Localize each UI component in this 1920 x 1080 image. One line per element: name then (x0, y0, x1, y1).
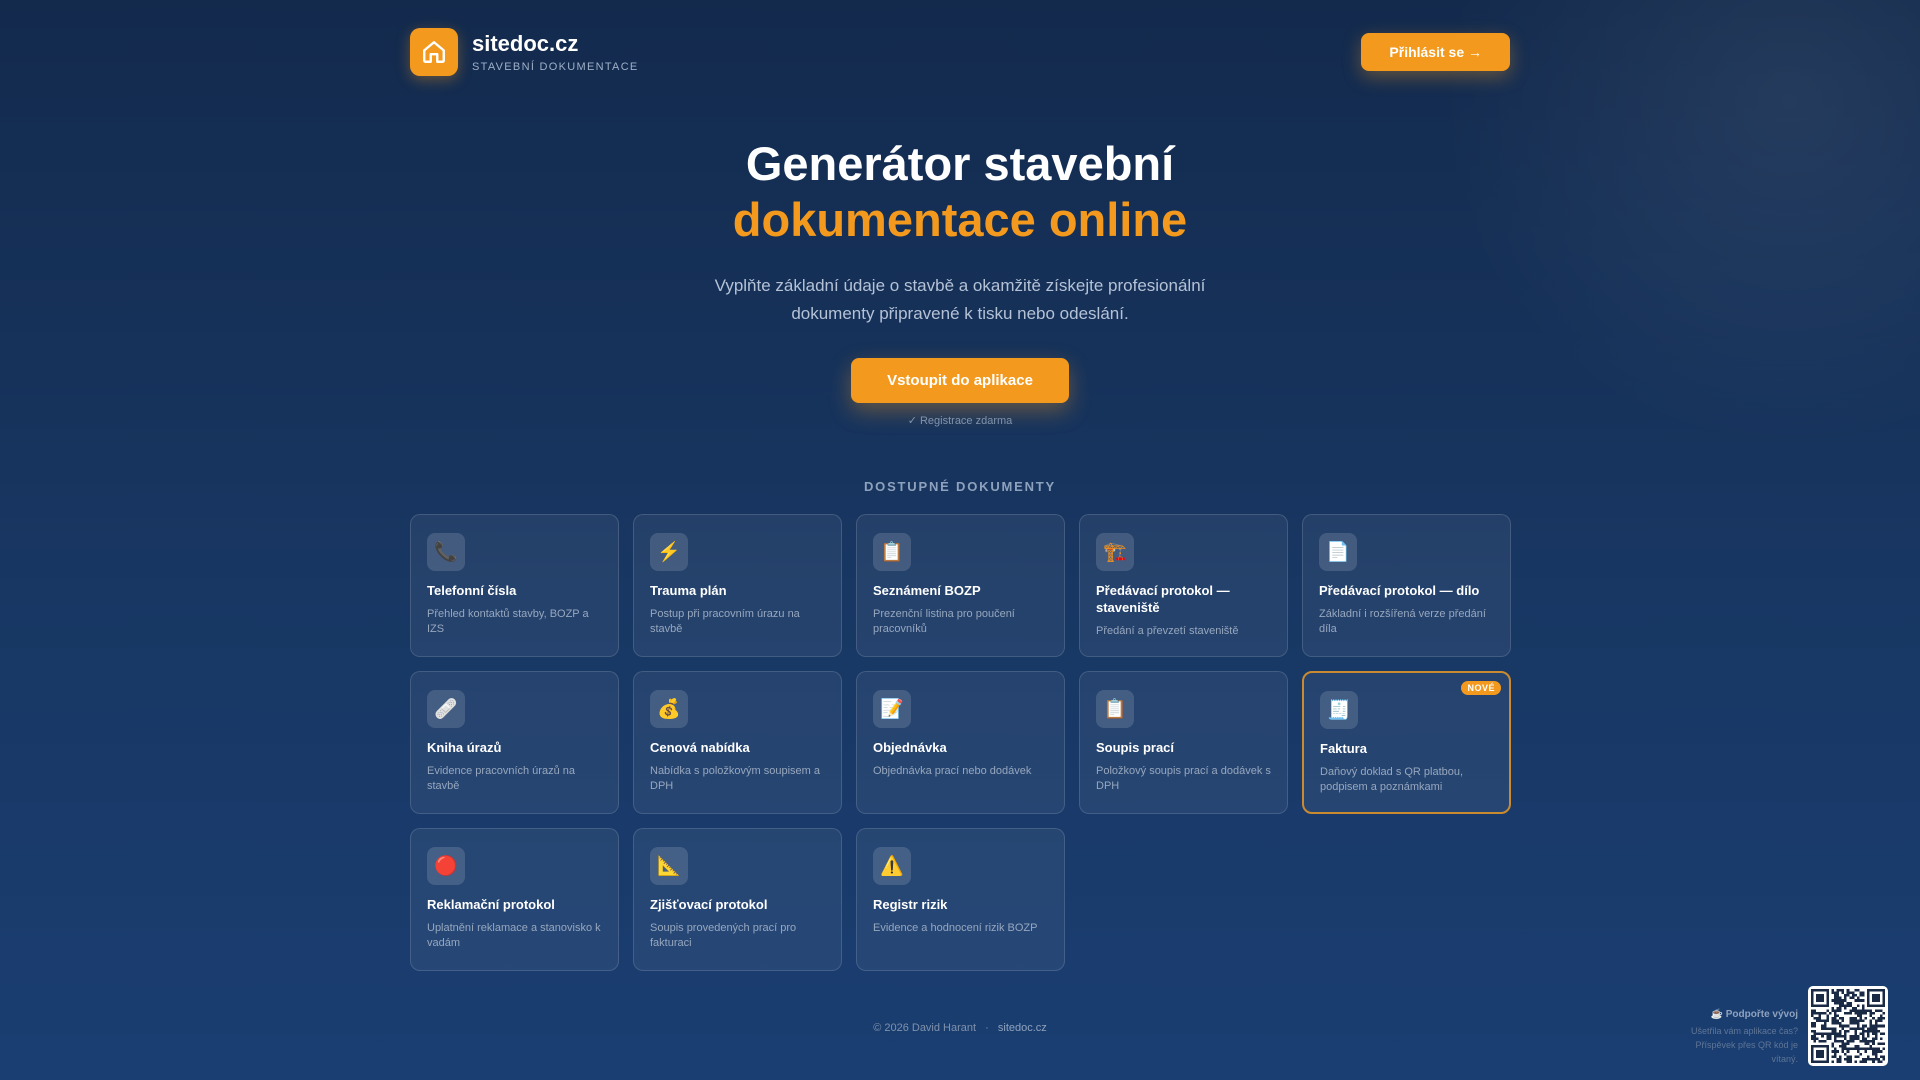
triangle-ruler-icon: 📐 (650, 847, 688, 885)
brand-subtitle: STAVEBNÍ DOKUMENTACE (472, 61, 639, 73)
footer-separator: · (985, 1022, 989, 1034)
login-button[interactable]: Přihlásit se → (1361, 33, 1510, 71)
money-bag-icon: 💰 (650, 690, 688, 728)
card-title: Zjišťovací protokol (650, 897, 768, 912)
card-description: Postup při pracovním úrazu na stavbě (650, 608, 800, 635)
card-title: Soupis prací (1096, 740, 1175, 755)
brand-name: sitedoc.cz (472, 31, 579, 56)
document-icon: 📄 (1319, 533, 1357, 571)
card-description: Daňový doklad s QR platbou, podpisem a p… (1320, 766, 1464, 793)
card-description: Prezenční listina pro poučení pracovníků (873, 608, 1015, 635)
card-title: Faktura (1320, 741, 1367, 756)
card-title: Trauma plán (650, 583, 727, 598)
document-card-soupis-praci[interactable]: 📋 Soupis prací Položkový soupis prací a … (1079, 671, 1288, 814)
site-header: sitedoc.cz STAVEBNÍ DOKUMENTACE Přihlási… (410, 28, 1510, 76)
phone-icon: 📞 (427, 533, 465, 571)
hero-title-line2: dokumentace online (732, 193, 1188, 246)
warning-icon: ⚠️ (873, 847, 911, 885)
memo-icon: 📝 (873, 690, 911, 728)
card-description: Položkový soupis prací a dodávek s DPH (1096, 765, 1271, 792)
card-title: Reklamační protokol (427, 897, 555, 912)
card-description: Evidence a hodnocení rizik BOZP (873, 922, 1038, 934)
receipt-icon: 🧾 (1320, 691, 1358, 729)
footer-site-link[interactable]: sitedoc.cz (998, 1022, 1047, 1034)
document-card-telefonni-cisla[interactable]: 📞 Telefonní čísla Přehled kontaktů stavb… (410, 514, 619, 657)
home-icon[interactable] (410, 28, 458, 76)
clipboard-icon: 📋 (873, 533, 911, 571)
card-description: Uplatnění reklamace a stanovisko k vadám (427, 922, 601, 949)
card-title: Předávací protokol — dílo (1319, 583, 1480, 598)
copyright: © 2026 David Harant (873, 1022, 977, 1034)
new-badge: NOVÉ (1461, 681, 1501, 695)
card-title: Kniha úrazů (427, 740, 502, 755)
card-title: Seznámení BOZP (873, 583, 981, 598)
hero: Generátor stavební dokumentace online Vy… (0, 136, 1920, 427)
lightning-icon: ⚡ (650, 533, 688, 571)
documents-grid: 📞 Telefonní čísla Přehled kontaktů stavb… (410, 514, 1511, 971)
document-card-registr-rizik[interactable]: ⚠️ Registr rizik Evidence a hodnocení ri… (856, 828, 1065, 971)
hero-title-line1: Generátor stavební (745, 137, 1175, 190)
document-card-kniha-urazu[interactable]: 🩹 Kniha úrazů Evidence pracovních úrazů … (410, 671, 619, 814)
document-card-trauma-plan[interactable]: ⚡ Trauma plán Postup při pracovním úrazu… (633, 514, 842, 657)
card-title: Registr rizik (873, 897, 948, 912)
brand[interactable]: sitedoc.cz STAVEBNÍ DOKUMENTACE (410, 28, 639, 76)
document-card-seznameni-bozp[interactable]: 📋 Seznámení BOZP Prezenční listina pro p… (856, 514, 1065, 657)
card-description: Soupis provedených prací pro fakturaci (650, 922, 797, 949)
document-card-zjistovaci-protokol[interactable]: 📐 Zjišťovací protokol Soupis provedených… (633, 828, 842, 971)
card-title: Objednávka (873, 740, 947, 755)
footer: © 2026 David Harant · sitedoc.cz (0, 1022, 1920, 1034)
card-title: Cenová nabídka (650, 740, 750, 755)
card-description: Předání a převzetí staveniště (1096, 625, 1239, 637)
support-box: ☕ Podpořte vývoj Ušetřila vám aplikace č… (1668, 1009, 1798, 1066)
document-card-cenova-nabidka[interactable]: 💰 Cenová nabídka Nabídka s položkovým so… (633, 671, 842, 814)
card-description: Přehled kontaktů stavby, BOZP a IZS (427, 608, 589, 635)
card-title: Telefonní čísla (427, 583, 517, 598)
card-description: Základní i rozšířená verze předání díla (1319, 608, 1486, 635)
qr-code-icon[interactable] (1808, 986, 1888, 1066)
document-card-predavaci-protokol-dilo[interactable]: 📄 Předávací protokol — dílo Základní i r… (1302, 514, 1511, 657)
card-description: Nabídka s položkovým soupisem a DPH (650, 765, 820, 792)
card-description: Evidence pracovních úrazů na stavbě (427, 765, 575, 792)
support-text: Ušetřila vám aplikace čas? Příspěvek pře… (1690, 1026, 1798, 1064)
clipboard-icon: 📋 (1096, 690, 1134, 728)
document-card-predavaci-protokol-staveniste[interactable]: 🏗️ Předávací protokol — staveniště Předá… (1079, 514, 1288, 657)
document-card-reklamacni-protokol[interactable]: 🔴 Reklamační protokol Uplatnění reklamac… (410, 828, 619, 971)
free-registration-note: ✓ Registrace zdarma (907, 415, 1013, 427)
red-circle-icon: 🔴 (427, 847, 465, 885)
hero-description: Vyplňte základní údaje o stavbě a okamži… (714, 276, 1206, 323)
document-card-faktura[interactable]: NOVÉ 🧾 Faktura Daňový doklad s QR platbo… (1302, 671, 1511, 814)
bandage-icon: 🩹 (427, 690, 465, 728)
card-description: Objednávka prací nebo dodávek (873, 765, 1032, 777)
documents-section-title: DOSTUPNÉ DOKUMENTY (863, 479, 1057, 494)
card-title: Předávací protokol — staveniště (1096, 583, 1230, 615)
hero-title: Generátor stavební dokumentace online (0, 136, 1920, 248)
document-card-objednavka[interactable]: 📝 Objednávka Objednávka prací nebo dodáv… (856, 671, 1065, 814)
crane-icon: 🏗️ (1096, 533, 1134, 571)
support-title: ☕ Podpořte vývoj (1710, 1009, 1798, 1020)
enter-app-button[interactable]: Vstoupit do aplikace (851, 358, 1069, 403)
